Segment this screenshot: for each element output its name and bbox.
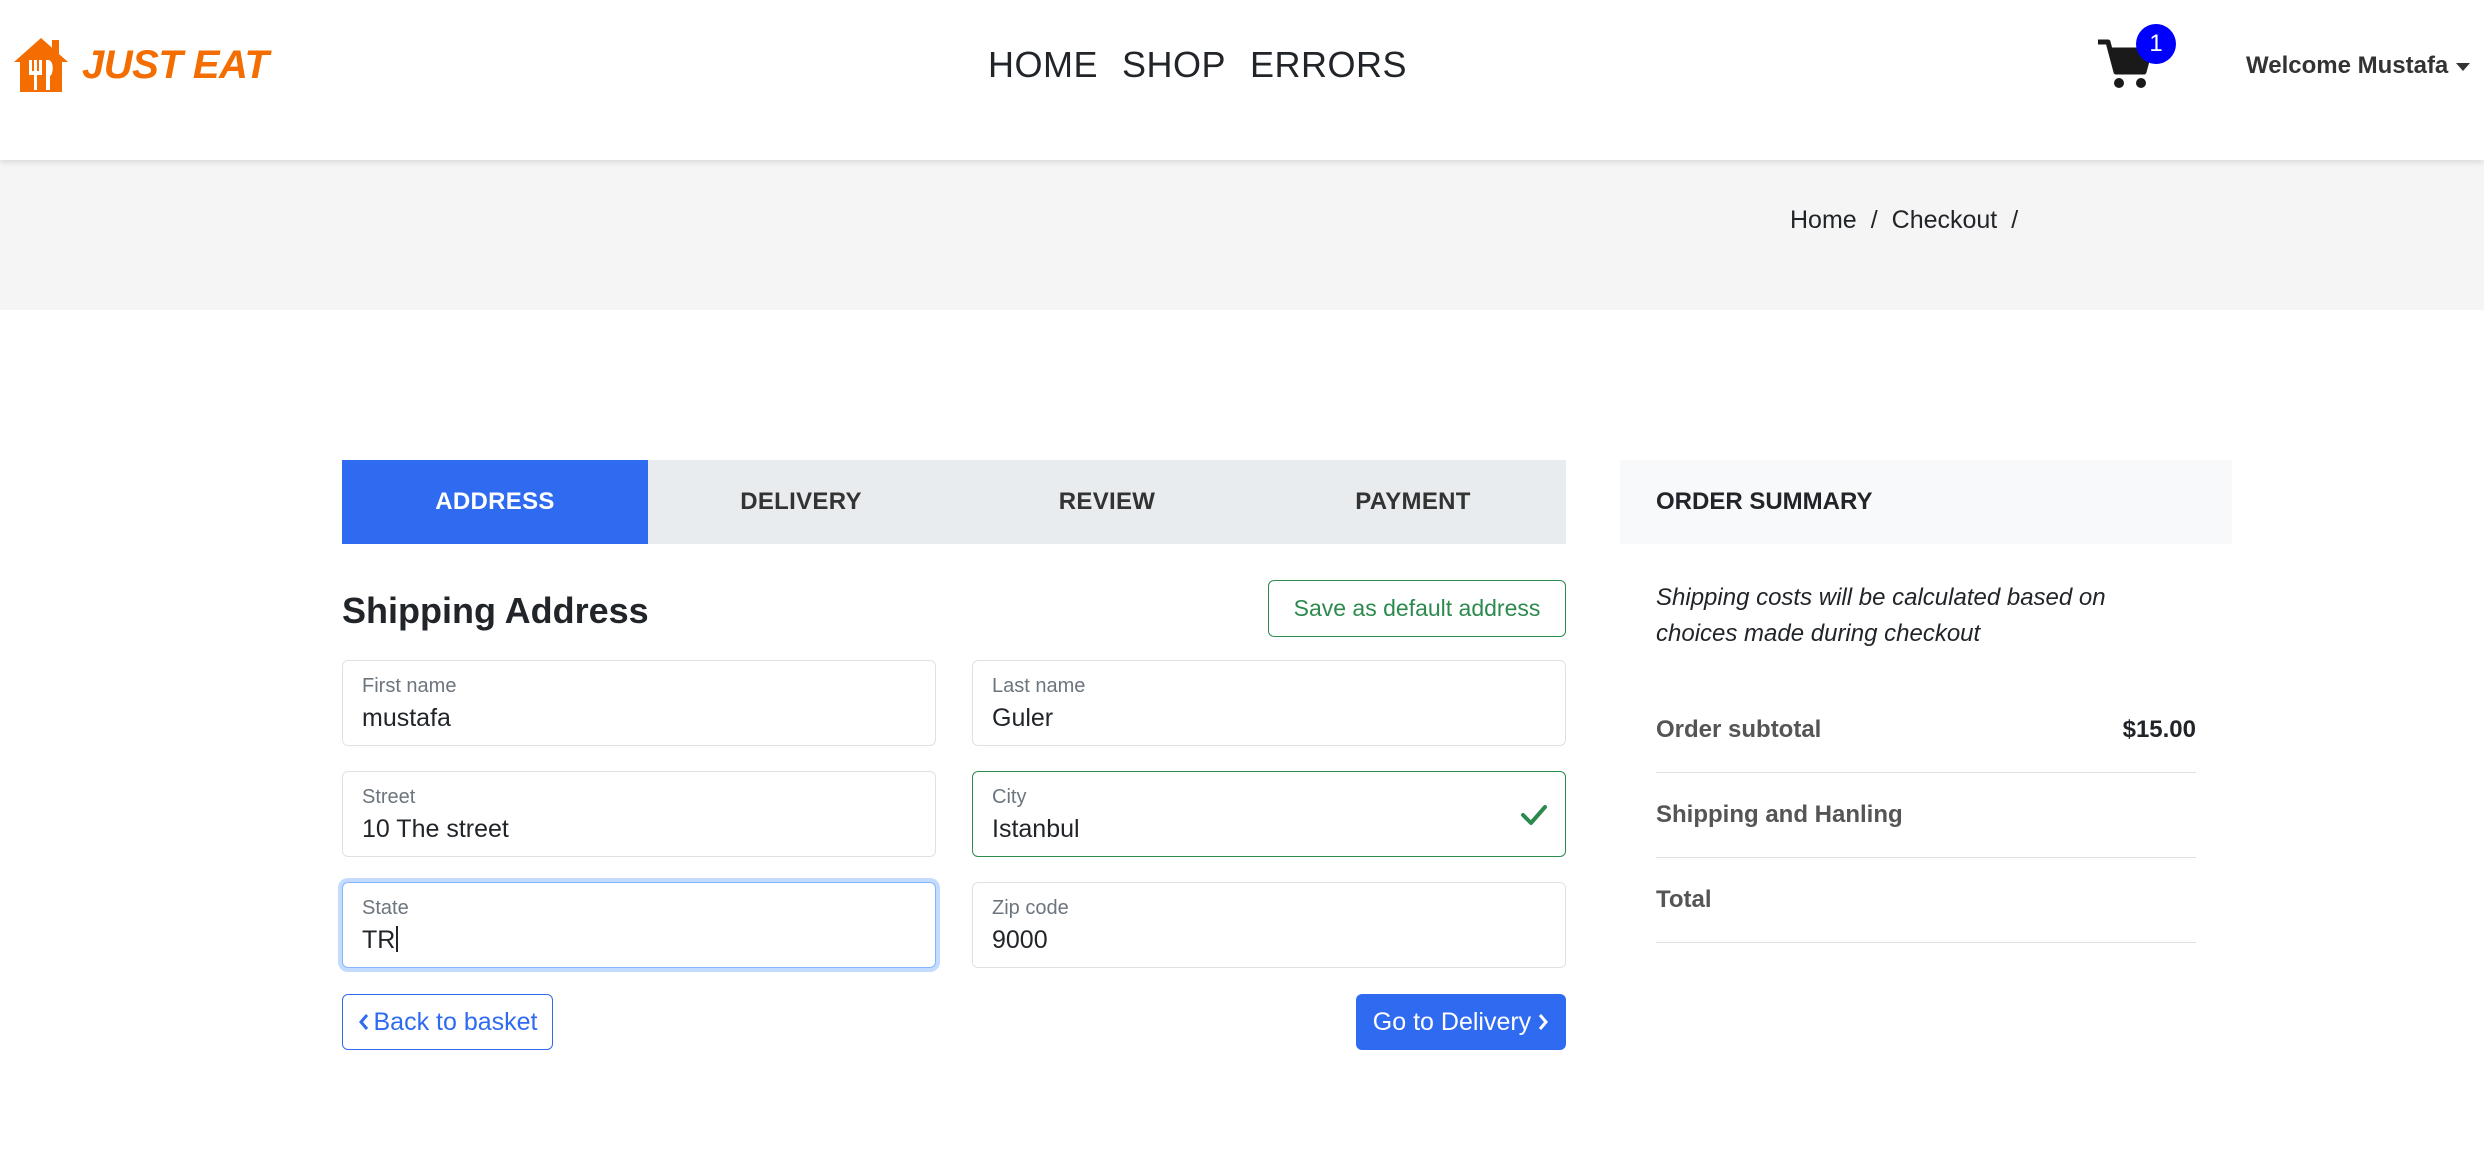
summary-row-total: Total xyxy=(1656,858,2196,943)
street-input[interactable]: 10 The street xyxy=(362,815,916,844)
zip-field[interactable]: Zip code 9000 xyxy=(972,882,1566,968)
main-nav: HOME SHOP ERRORS xyxy=(988,44,1407,86)
city-label: City xyxy=(992,786,1027,808)
checkmark-icon xyxy=(1521,805,1547,825)
checkout-steps: ADDRESS DELIVERY REVIEW PAYMENT xyxy=(342,460,1566,544)
nav-home[interactable]: HOME xyxy=(988,44,1098,86)
state-value: TR xyxy=(362,926,396,954)
order-summary-header: ORDER SUMMARY xyxy=(1620,460,2232,544)
last-name-label: Last name xyxy=(992,675,1086,697)
zip-input[interactable]: 9000 xyxy=(992,926,1546,955)
tab-delivery[interactable]: DELIVERY xyxy=(648,460,954,544)
first-name-input[interactable]: mustafa xyxy=(362,704,916,733)
tab-address[interactable]: ADDRESS xyxy=(342,460,648,544)
street-field[interactable]: Street 10 The street xyxy=(342,771,936,857)
summary-row-shipping: Shipping and Hanling xyxy=(1656,773,2196,858)
last-name-field[interactable]: Last name Guler xyxy=(972,660,1566,746)
nav-errors[interactable]: ERRORS xyxy=(1250,44,1407,86)
chevron-left-icon xyxy=(358,1014,368,1030)
brand-logo[interactable]: JUST EAT xyxy=(10,34,269,96)
tab-payment[interactable]: PAYMENT xyxy=(1260,460,1566,544)
brand-name: JUST EAT xyxy=(82,42,269,87)
state-field[interactable]: State TR xyxy=(342,882,936,968)
nav-shop[interactable]: SHOP xyxy=(1122,44,1226,86)
last-name-input[interactable]: Guler xyxy=(992,704,1546,733)
back-to-basket-label: Back to basket xyxy=(373,1007,538,1036)
summary-row-subtotal: Order subtotal $15.00 xyxy=(1656,688,2196,773)
summary-label: Shipping and Hanling xyxy=(1656,801,1903,828)
user-menu[interactable]: Welcome Mustafa xyxy=(2246,52,2471,80)
city-field[interactable]: City Istanbul xyxy=(972,771,1566,857)
tab-review[interactable]: REVIEW xyxy=(954,460,1260,544)
breadcrumb: Home / Checkout / xyxy=(1790,206,2018,235)
state-label: State xyxy=(362,897,409,919)
zip-label: Zip code xyxy=(992,897,1069,919)
summary-label: Order subtotal xyxy=(1656,716,1822,743)
go-to-delivery-button[interactable]: Go to Delivery xyxy=(1356,994,1566,1050)
first-name-label: First name xyxy=(362,675,457,697)
page-title: Shipping Address xyxy=(342,590,649,631)
cart-count-badge: 1 xyxy=(2136,24,2176,64)
first-name-field[interactable]: First name mustafa xyxy=(342,660,936,746)
summary-label: Total xyxy=(1656,886,1712,913)
top-header: JUST EAT HOME SHOP ERRORS 1 Welcome Must… xyxy=(0,0,2484,160)
back-to-basket-button[interactable]: Back to basket xyxy=(342,994,553,1050)
shipping-note: Shipping costs will be calculated based … xyxy=(1656,584,2106,647)
chevron-right-icon xyxy=(1539,1014,1549,1030)
welcome-text: Welcome Mustafa xyxy=(2246,52,2449,79)
go-to-delivery-label: Go to Delivery xyxy=(1372,1007,1532,1036)
city-input[interactable]: Istanbul xyxy=(992,815,1546,844)
text-cursor xyxy=(396,926,399,952)
breadcrumb-separator: / xyxy=(1870,206,1878,234)
summary-value: $15.00 xyxy=(2122,716,2196,743)
breadcrumb-checkout[interactable]: Checkout xyxy=(1892,206,1998,235)
caret-down-icon xyxy=(2456,63,2471,71)
breadcrumb-separator: / xyxy=(2011,206,2019,234)
state-input[interactable]: TR xyxy=(362,926,916,955)
breadcrumb-band xyxy=(0,160,2484,310)
breadcrumb-home[interactable]: Home xyxy=(1790,206,1857,235)
street-label: Street xyxy=(362,786,416,808)
save-default-address-button[interactable]: Save as default address xyxy=(1268,580,1566,637)
house-fork-icon xyxy=(14,38,68,92)
